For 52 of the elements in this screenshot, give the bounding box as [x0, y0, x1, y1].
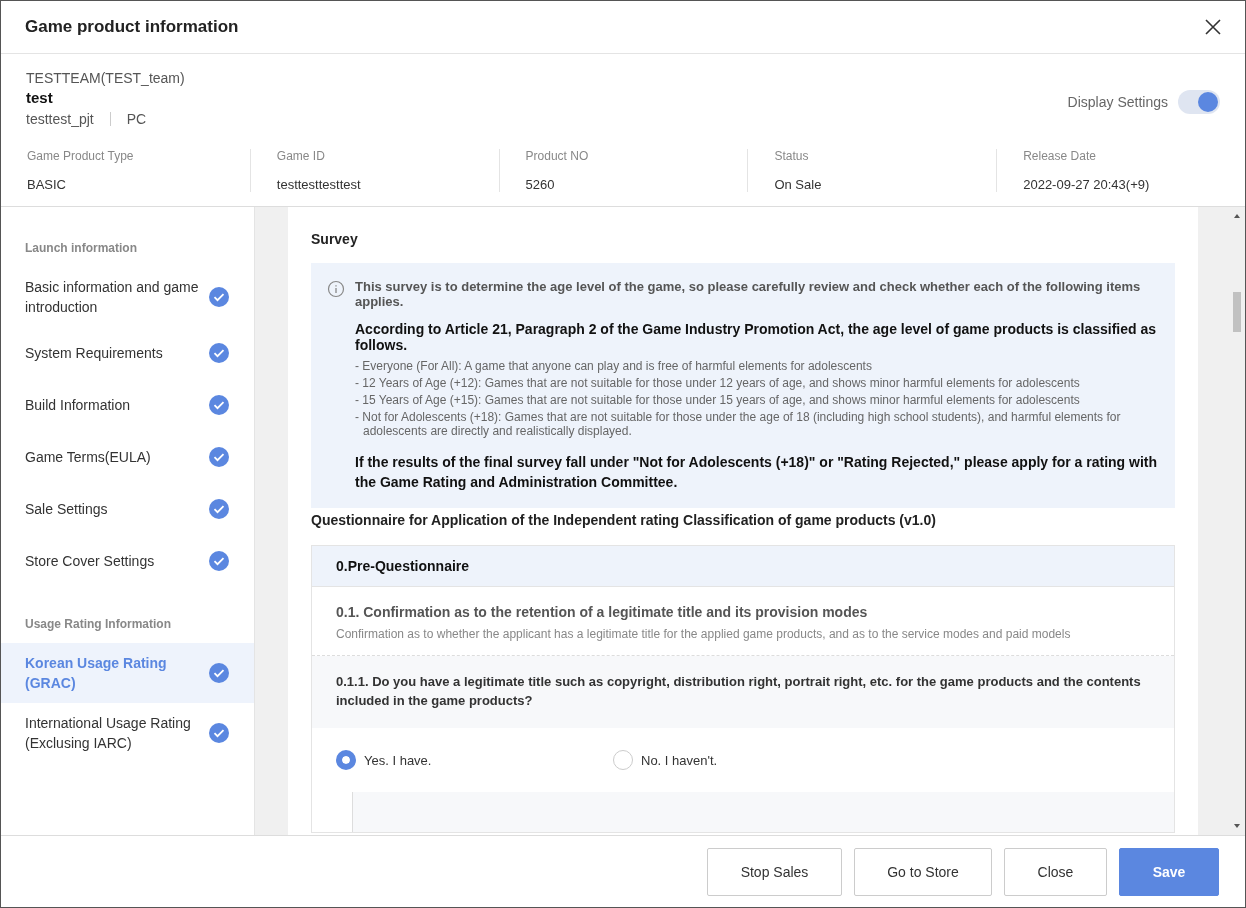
question-text: 0.1.1. Do you have a legitimate title such as copyright, distribution right, portrait right, etc. for the game products and the contents included in the game products? — [312, 656, 1174, 728]
scroll-up-icon[interactable] — [1233, 213, 1241, 219]
display-settings-toggle[interactable] — [1178, 90, 1220, 114]
rating-description: - Not for Adolescents (+18): Games that are not suitable for those under the age of 18 (including high school students), and harmful elements for adolescents are directly and realistically displayed. — [355, 410, 1122, 438]
info-value: 5260 — [525, 177, 556, 192]
sidebar-section-title: Launch information — [24, 240, 138, 257]
info-value: testtesttesttest — [276, 177, 362, 192]
sidebar-item[interactable]: System Requirements — [1, 327, 254, 379]
info-label: Game ID — [276, 149, 326, 163]
sidebar-item[interactable]: Build Information — [1, 379, 254, 431]
info-value: On Sale — [774, 177, 823, 192]
section-title: Survey — [311, 231, 359, 247]
sidebar-item[interactable]: Basic information and game introduction — [1, 267, 254, 327]
subsection-description: Confirmation as to whether the applicant has a legitimate title for the applied game products, and as to the service modes and paid models — [336, 627, 1072, 641]
platform-label: PC — [126, 111, 147, 127]
radio-option[interactable]: No. I haven't. — [613, 750, 890, 770]
radio-button[interactable] — [336, 750, 356, 770]
scroll-down-icon[interactable] — [1233, 823, 1241, 829]
questionnaire-title: Questionnaire for Application of the Independent rating Classification of game products (v1.0) — [311, 512, 937, 528]
footer-button[interactable]: Close — [1004, 847, 1107, 896]
sidebar-section-title: Usage Rating Information — [24, 616, 172, 633]
info-label: Game Product Type — [27, 149, 135, 163]
sidebar-item[interactable]: Store Cover Settings — [1, 535, 254, 587]
project-name: testtest_pjt — [26, 111, 94, 127]
footer-button[interactable]: Save — [1119, 847, 1219, 896]
scroll-thumb[interactable] — [1233, 292, 1241, 332]
info-label: Release Date — [1023, 149, 1097, 163]
info-label: Product NO — [525, 149, 590, 163]
sidebar-item[interactable]: Sale Settings — [1, 483, 254, 535]
product-name: test — [26, 89, 54, 106]
team-name: TESTTEAM(TEST_team) — [26, 70, 185, 86]
sidebar-item[interactable]: International Usage Rating (Exclusing IARC) — [1, 703, 254, 763]
footer-button[interactable]: Stop Sales — [707, 847, 842, 896]
notice-heading: According to Article 21, Paragraph 2 of the Game Industry Promotion Act, the age level of game products is classified as follows. — [355, 321, 1158, 353]
notice-intro: This survey is to determine the age level of the game, so please carefully review and check whether each of the following items applies. — [355, 279, 1142, 309]
radio-button[interactable] — [613, 750, 633, 770]
rating-description: - Everyone (For All): A game that anyone can play and is free of harmful elements for adolescents — [355, 359, 873, 373]
info-icon — [327, 280, 345, 298]
notice-footer: If the results of the final survey fall under "Not for Adolescents (+18)" or "Rating Rejected," please apply for a rating with the Game Rating and Administration Committee. — [355, 452, 1167, 492]
footer-button[interactable]: Go to Store — [854, 847, 992, 896]
subsection-title: 0.1. Confirmation as to the retention of a legitimate title and its provision modes — [336, 604, 869, 620]
questionnaire-section-header: 0.Pre-Questionnaire — [312, 546, 1174, 587]
display-settings-label: Display Settings — [1067, 94, 1168, 110]
radio-option[interactable]: Yes. I have. — [336, 750, 613, 770]
rating-description: - 12 Years of Age (+12): Games that are not suitable for those under 12 years of age, and shows minor harmful elements for adolescents — [355, 376, 1081, 390]
info-value: 2022-09-27 20:43(+9) — [1023, 177, 1151, 192]
info-value: BASIC — [27, 177, 67, 192]
info-label: Status — [774, 149, 810, 163]
close-icon[interactable] — [1205, 19, 1221, 35]
window-title: Game product information — [25, 17, 239, 37]
sidebar-item[interactable]: Game Terms(EULA) — [1, 431, 254, 483]
rating-description: - 15 Years of Age (+15): Games that are not suitable for those under 15 years of age, and shows minor harmful elements for adolescents — [355, 393, 1081, 407]
